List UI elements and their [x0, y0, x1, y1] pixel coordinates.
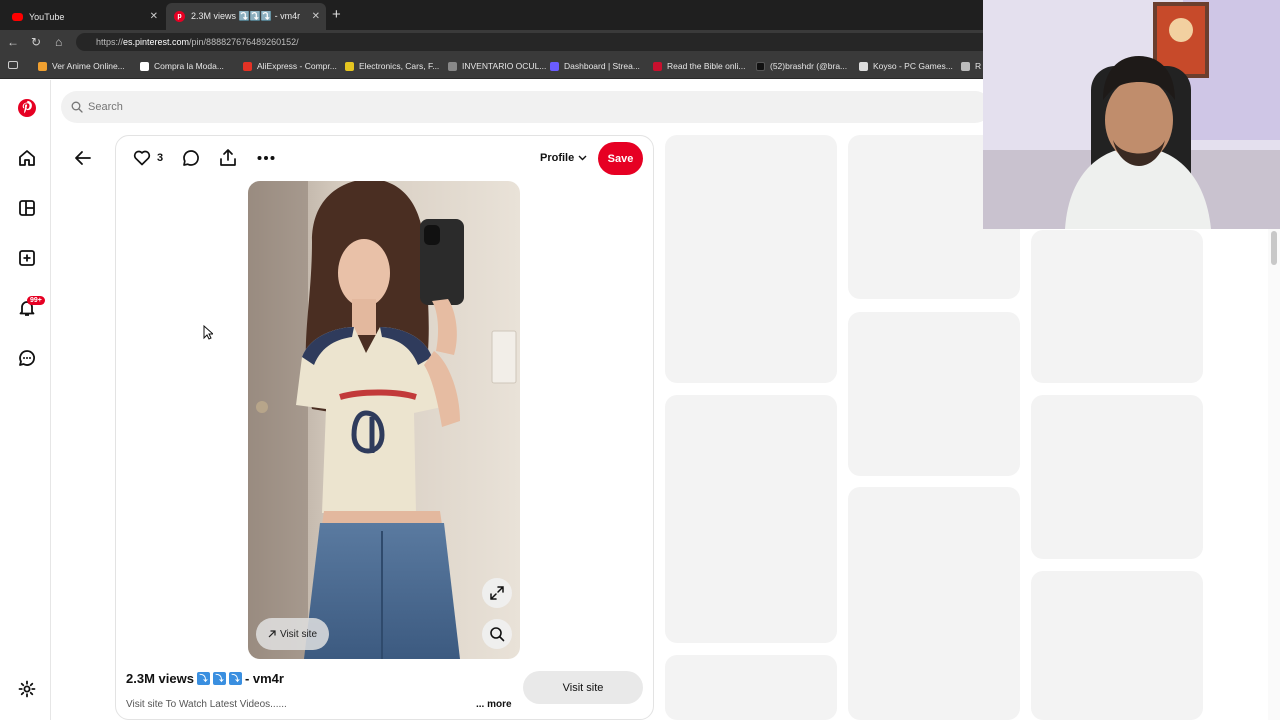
loading-pin-placeholder	[1031, 571, 1203, 720]
loading-pin-placeholder	[665, 395, 837, 643]
bookmark-item[interactable]: Read the Bible onli...	[653, 61, 745, 71]
bookmark-icon	[653, 61, 662, 71]
messages-icon[interactable]	[17, 348, 37, 368]
page-scrollbar[interactable]	[1268, 229, 1280, 720]
back-arrow-icon[interactable]	[74, 150, 92, 166]
webcam-overlay	[983, 0, 1280, 229]
bookmark-item[interactable]: R	[961, 61, 981, 71]
bookmark-item[interactable]: (52)brashdr (@bra...	[756, 61, 847, 71]
home-icon[interactable]	[17, 148, 37, 168]
pin-title: 2.3M views ⤵ ⤵ ⤵ - vm4r	[126, 671, 284, 686]
explore-icon[interactable]	[17, 198, 37, 218]
back-icon[interactable]: ←	[7, 35, 19, 49]
tab-pinterest[interactable]: p 2.3M views ⤵️⤵️⤵️ - vm4r ✕	[166, 3, 326, 30]
expand-icon	[490, 586, 504, 600]
comment-icon[interactable]	[182, 149, 200, 167]
pin-title-suffix: - vm4r	[244, 671, 284, 686]
visual-search-button[interactable]	[482, 619, 512, 649]
home-icon[interactable]: ⌂	[55, 35, 62, 49]
bookmark-item[interactable]: Ver Anime Online...	[38, 61, 125, 71]
bookmark-icon	[345, 61, 354, 71]
create-icon[interactable]	[17, 248, 37, 268]
like-count: 3	[157, 152, 164, 164]
bookmark-icon	[140, 61, 149, 71]
heart-icon[interactable]	[133, 149, 151, 166]
close-tab-icon[interactable]: ✕	[150, 11, 158, 22]
tab-youtube[interactable]: YouTube ✕	[4, 3, 164, 30]
loading-pin-placeholder	[1031, 230, 1203, 383]
bookmark-item[interactable]: Electronics, Cars, F...	[345, 61, 439, 71]
tab-title: YouTube	[29, 11, 65, 22]
bookmark-icon	[961, 61, 970, 71]
search-input[interactable]: Search	[61, 91, 991, 123]
bookmark-item[interactable]: Compra la Moda...	[140, 61, 224, 71]
share-icon[interactable]	[219, 148, 237, 167]
loading-pin-placeholder	[848, 487, 1020, 720]
url-path: /pin/888827676489260152/	[189, 37, 299, 47]
new-tab-icon[interactable]: +	[332, 6, 341, 23]
settings-gear-icon[interactable]	[17, 679, 37, 699]
arrow-down-emoji: ⤵	[228, 672, 242, 685]
sidebar-toggle-icon[interactable]	[8, 61, 23, 69]
search-icon	[71, 101, 83, 113]
arrow-up-right-icon	[268, 630, 276, 638]
arrow-down-emoji: ⤵	[212, 672, 226, 685]
bookmark-item[interactable]: Koyso - PC Games...	[859, 61, 953, 71]
search-placeholder: Search	[88, 101, 123, 113]
close-tab-icon[interactable]: ✕	[312, 11, 320, 22]
loading-pin-placeholder	[1031, 395, 1203, 559]
pin-image[interactable]	[248, 181, 520, 659]
reload-icon[interactable]: ↻	[31, 35, 41, 49]
bookmark-icon	[756, 61, 765, 71]
scrollbar-thumb[interactable]	[1271, 231, 1277, 265]
url-host: es.pinterest.com	[123, 37, 190, 47]
bookmark-icon	[38, 61, 47, 71]
pin-title-prefix: 2.3M views	[126, 671, 194, 686]
profile-label: Profile	[540, 152, 575, 164]
bookmark-icon	[448, 61, 457, 71]
bookmark-item[interactable]: AliExpress - Compr...	[243, 61, 337, 71]
tab-title: 2.3M views ⤵️⤵️⤵️ - vm4r	[191, 11, 301, 21]
expand-image-button[interactable]	[482, 578, 512, 608]
save-button[interactable]: Save	[598, 142, 643, 175]
mouse-cursor-icon	[203, 325, 213, 340]
pin-photo	[248, 181, 520, 659]
loading-pin-placeholder	[665, 655, 837, 720]
bookmark-item[interactable]: INVENTARIO OCUL...	[448, 61, 546, 71]
image-visit-site-button[interactable]: Visit site	[256, 618, 329, 650]
bookmark-icon	[859, 61, 868, 71]
more-options-icon[interactable]	[257, 155, 275, 161]
url-prefix: https://	[96, 37, 124, 47]
notification-badge: 99+	[27, 296, 45, 305]
pinterest-sidebar	[0, 80, 51, 720]
visit-site-button[interactable]: Visit site	[523, 671, 643, 704]
lens-search-icon	[490, 627, 505, 642]
url-field[interactable]: https://es.pinterest.com/pin/88882767648…	[76, 33, 996, 51]
profile-dropdown[interactable]: Profile	[540, 152, 587, 164]
chevron-down-icon	[578, 155, 587, 161]
loading-pin-placeholder	[665, 135, 837, 383]
pin-description: Visit site To Watch Latest Videos......	[126, 699, 287, 710]
more-link[interactable]: ... more	[476, 699, 512, 710]
pinterest-logo-icon[interactable]	[17, 98, 37, 118]
bookmark-icon	[550, 61, 559, 71]
arrow-down-emoji: ⤵	[196, 672, 210, 685]
pinterest-icon: p	[174, 11, 185, 22]
image-visit-site-label: Visit site	[279, 628, 318, 640]
youtube-icon	[12, 12, 23, 21]
loading-pin-placeholder	[848, 312, 1020, 476]
bookmark-icon	[243, 61, 252, 71]
bookmark-item[interactable]: Dashboard | Strea...	[550, 61, 640, 71]
webcam-video	[983, 0, 1280, 229]
